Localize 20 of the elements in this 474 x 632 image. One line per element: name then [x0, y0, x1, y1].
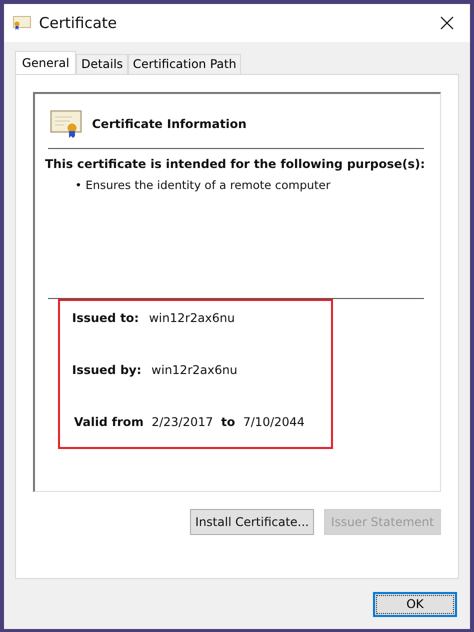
- tab[interactable]: General: [15, 51, 76, 74]
- action-button[interactable]: Install Certificate...: [190, 509, 314, 535]
- close-icon[interactable]: [440, 16, 454, 30]
- field-label: to: [221, 415, 236, 429]
- ok-button[interactable]: OK: [373, 592, 457, 616]
- field-value: 2/23/2017: [152, 415, 214, 429]
- field-value: win12r2ax6nu: [148, 311, 235, 325]
- field-label: Valid from: [74, 415, 144, 429]
- window-title: Certificate: [39, 14, 118, 32]
- certificate-icon: [50, 110, 82, 138]
- field-label: Issued by:: [72, 363, 142, 377]
- field-value: 7/10/2044: [243, 415, 305, 429]
- tab[interactable]: Details: [76, 54, 128, 74]
- purpose-item: • Ensures the identity of a remote computer: [75, 178, 332, 192]
- purpose-heading: This certificate is intended for the following purpose(s):: [45, 157, 424, 171]
- info-heading: Certificate Information: [92, 117, 246, 131]
- field-value: win12r2ax6nu: [151, 363, 238, 377]
- certificate-icon: [13, 16, 31, 30]
- tab[interactable]: Certification Path: [128, 54, 242, 74]
- field-label: Issued to:: [72, 311, 139, 325]
